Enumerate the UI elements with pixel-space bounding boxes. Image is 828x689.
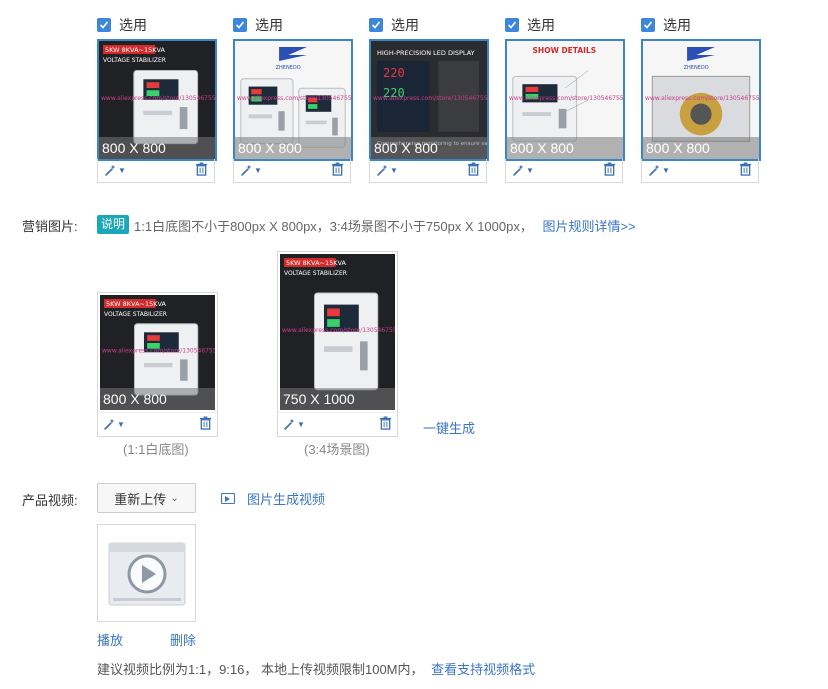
video-hint-text: 建议视频比例为1:1，9:16， 本地上传视频限制100M内， <box>97 662 424 677</box>
use-checkbox[interactable]: 选用 <box>97 16 217 34</box>
use-checkbox-label: 选用 <box>527 17 555 33</box>
product-image-card[interactable]: 选用 5KW 8KVA~15KVA VOLTAGE STABILIZER www… <box>97 16 217 183</box>
checkmark-icon <box>369 18 383 32</box>
film-icon <box>221 493 235 504</box>
svg-text:www.aliexpress.com/store/13054: www.aliexpress.com/store/1305467555 <box>509 95 623 102</box>
marketing-note: 1:1白底图不小于800px X 800px，3:4场景图不小于750px X … <box>134 216 636 235</box>
magic-wand-icon[interactable]: ▼ <box>240 164 262 177</box>
image-rules-link[interactable]: 图片规则详情>> <box>542 219 635 234</box>
checkmark-icon <box>233 18 247 32</box>
trash-icon[interactable] <box>739 162 752 179</box>
image-size-label: 800 X 800 <box>99 137 215 159</box>
product-image-preview[interactable]: ZHENEDO www.aliexpress.com/store/1305467… <box>233 39 353 161</box>
product-image-preview[interactable]: ZHENEDO www.aliexpress.com/store/1305467… <box>641 39 761 161</box>
stabilizer-product-illustration: 5KW 8KVA~15KVA VOLTAGE STABILIZER www.al… <box>280 254 395 410</box>
svg-text:SHOW DETAILS: SHOW DETAILS <box>533 46 597 55</box>
image-toolbar: ▼ <box>97 159 215 183</box>
use-checkbox[interactable]: 选用 <box>505 16 625 34</box>
image-toolbar: ▼ <box>233 159 351 183</box>
video-label: 产品视频: <box>22 493 78 508</box>
video-player-icon <box>108 542 186 606</box>
svg-text:www.aliexpress.com/store/13054: www.aliexpress.com/store/1305467555 <box>237 95 351 102</box>
marketing-image-portrait-preview: 5KW 8KVA~15KVA VOLTAGE STABILIZER www.al… <box>280 254 395 410</box>
caption-square: (1:1白底图) <box>123 442 189 457</box>
svg-text:VOLTAGE STABILIZER: VOLTAGE STABILIZER <box>104 311 167 318</box>
reupload-label: 重新上传 <box>114 491 167 507</box>
image-size-label: 800 X 800 <box>643 137 759 159</box>
product-image-card[interactable]: 选用 ZHENEDO www.aliexpress.com/store/1305… <box>233 16 353 183</box>
magic-wand-icon[interactable]: ▼ <box>104 164 126 177</box>
image-toolbar: ▼ <box>369 159 487 183</box>
image-size-label: 800 X 800 <box>235 137 351 159</box>
reupload-button[interactable]: 重新上传 ⌄ <box>97 483 196 513</box>
product-image-preview[interactable]: SHOW DETAILS www.aliexpress.com/store/13… <box>505 39 625 161</box>
caption-portrait: (3:4场景图) <box>304 442 370 457</box>
magic-wand-icon[interactable]: ▼ <box>648 164 670 177</box>
svg-text:VOLTAGE STABILIZER: VOLTAGE STABILIZER <box>103 57 166 64</box>
trash-icon[interactable] <box>331 162 344 179</box>
svg-text:ZHENEDO: ZHENEDO <box>276 65 301 71</box>
play-link[interactable]: 播放 <box>97 630 123 649</box>
marketing-note-text: 1:1白底图不小于800px X 800px，3:4场景图不小于750px X … <box>134 219 533 234</box>
image-to-video-label: 图片生成视频 <box>247 492 326 507</box>
magic-wand-icon[interactable]: ▼ <box>376 164 398 177</box>
svg-text:www.aliexpress.com/store/13054: www.aliexpress.com/store/1305467555 <box>101 95 215 102</box>
trash-icon[interactable] <box>379 416 392 433</box>
info-badge: 说明 <box>97 215 129 234</box>
image-toolbar: ▼ <box>278 412 397 436</box>
svg-text:HIGH-PRECISION LED DISPLAY: HIGH-PRECISION LED DISPLAY <box>377 49 475 57</box>
magic-wand-icon[interactable]: ▼ <box>512 164 534 177</box>
trash-icon[interactable] <box>199 416 212 433</box>
image-toolbar: ▼ <box>98 412 217 436</box>
svg-text:www.aliexpress.com/store/13054: www.aliexpress.com/store/1305467555 <box>645 95 759 102</box>
svg-text:www.aliexpress.com/store/13054: www.aliexpress.com/store/1305467555 <box>282 327 395 334</box>
use-checkbox[interactable]: 选用 <box>369 16 489 34</box>
trash-icon[interactable] <box>467 162 480 179</box>
marketing-image-square[interactable]: 5KW 8KVA~15KVA VOLTAGE STABILIZER www.al… <box>97 292 218 437</box>
product-image-preview[interactable]: HIGH-PRECISION LED DISPLAY 220 220 Compr… <box>369 39 489 161</box>
image-size-label: 800 X 800 <box>100 388 215 410</box>
use-checkbox-label: 选用 <box>391 17 419 33</box>
svg-text:5KW 8KVA~15KVA: 5KW 8KVA~15KVA <box>286 259 347 267</box>
image-size-label: 800 X 800 <box>371 137 487 159</box>
marketing-label: 营销图片: <box>22 219 78 234</box>
chevron-down-icon: ⌄ <box>170 492 179 504</box>
image-size-label: 800 X 800 <box>507 137 623 159</box>
trash-icon[interactable] <box>195 162 208 179</box>
trash-icon[interactable] <box>603 162 616 179</box>
svg-text:VOLTAGE STABILIZER: VOLTAGE STABILIZER <box>284 270 347 277</box>
svg-text:5KW 8KVA~15KVA: 5KW 8KVA~15KVA <box>105 46 166 54</box>
video-hint: 建议视频比例为1:1，9:16， 本地上传视频限制100M内， 查看支持视频格式 <box>97 659 535 678</box>
use-checkbox-label: 选用 <box>119 17 147 33</box>
use-checkbox[interactable]: 选用 <box>233 16 353 34</box>
marketing-image-square-preview: 5KW 8KVA~15KVA VOLTAGE STABILIZER www.al… <box>100 295 215 410</box>
svg-text:ZHENEDO: ZHENEDO <box>684 65 709 71</box>
checkmark-icon <box>641 18 655 32</box>
magic-wand-icon[interactable]: ▼ <box>103 418 125 431</box>
use-checkbox[interactable]: 选用 <box>641 16 761 34</box>
magic-wand-icon[interactable]: ▼ <box>283 418 305 431</box>
svg-text:220: 220 <box>383 66 405 80</box>
product-image-card[interactable]: 选用 ZHENEDO www.aliexpress.com/store/1305… <box>641 16 761 183</box>
image-size-label: 750 X 1000 <box>280 388 395 410</box>
product-image-preview[interactable]: 5KW 8KVA~15KVA VOLTAGE STABILIZER www.al… <box>97 39 217 161</box>
video-thumbnail[interactable] <box>97 524 196 622</box>
svg-text:5KW 8KVA~15KVA: 5KW 8KVA~15KVA <box>106 300 167 308</box>
svg-text:www.aliexpress.com/store/13054: www.aliexpress.com/store/1305467555 <box>373 95 487 102</box>
image-to-video-link[interactable]: 图片生成视频 <box>221 489 325 508</box>
checkmark-icon <box>97 18 111 32</box>
product-image-card[interactable]: 选用 SHOW DETAILS www.aliexpress.com/store… <box>505 16 625 183</box>
use-checkbox-label: 选用 <box>255 17 283 33</box>
product-image-card[interactable]: 选用 HIGH-PRECISION LED DISPLAY 220 220 Co… <box>369 16 489 183</box>
supported-formats-link[interactable]: 查看支持视频格式 <box>431 662 535 677</box>
one-click-generate-link[interactable]: 一键生成 <box>423 418 475 437</box>
image-toolbar: ▼ <box>505 159 623 183</box>
delete-video-link[interactable]: 删除 <box>170 630 196 649</box>
image-toolbar: ▼ <box>641 159 759 183</box>
marketing-image-portrait[interactable]: 5KW 8KVA~15KVA VOLTAGE STABILIZER www.al… <box>277 251 398 437</box>
use-checkbox-label: 选用 <box>663 17 691 33</box>
checkmark-icon <box>505 18 519 32</box>
svg-text:www.aliexpress.com/store/13054: www.aliexpress.com/store/1305467555 <box>102 348 215 355</box>
